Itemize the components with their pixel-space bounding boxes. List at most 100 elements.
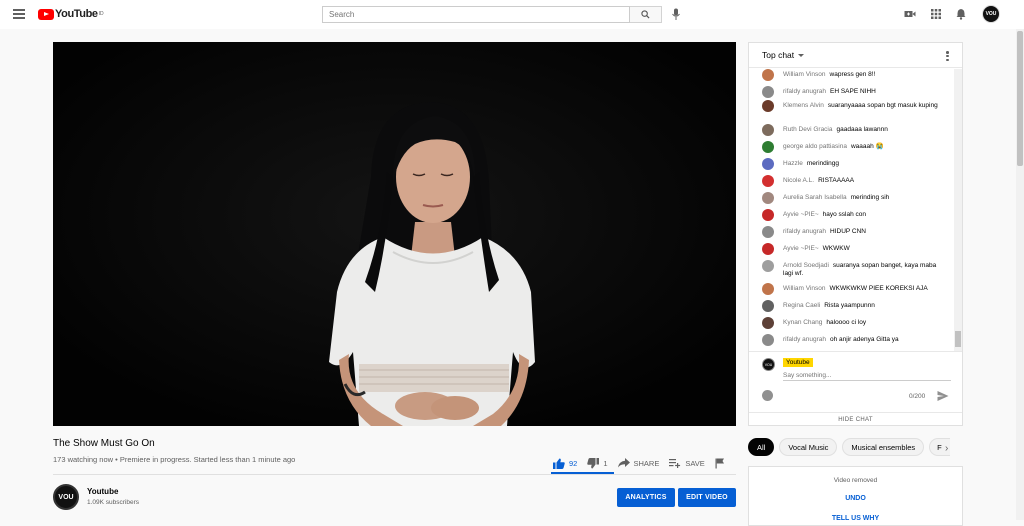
search-button[interactable]: [630, 6, 662, 23]
chat-scroll-thumb[interactable]: [955, 331, 961, 347]
chat-author-name[interactable]: Hazzle: [783, 160, 803, 167]
logo-text: YouTube: [55, 8, 98, 20]
send-icon[interactable]: [937, 390, 949, 402]
chat-message-text: Aurelia Sarah Isabella merinding sih: [783, 194, 943, 202]
chat-author-name[interactable]: William Vinson: [783, 285, 826, 292]
playlist-add-icon: [669, 459, 681, 468]
chat-author-avatar[interactable]: [762, 158, 774, 170]
chat-message-body: suaranyaaaa sopan bgt masuk kuping: [827, 102, 938, 109]
dislike-button[interactable]: 1: [587, 457, 608, 469]
chat-message-body: wapress gen 8!!: [829, 71, 876, 78]
chat-author-avatar[interactable]: [762, 300, 774, 312]
chat-author-avatar[interactable]: [762, 226, 774, 238]
channel-name[interactable]: Youtube: [87, 487, 118, 496]
chat-author-name[interactable]: William Vinson: [783, 71, 826, 78]
chat-author-avatar[interactable]: [762, 260, 774, 272]
chat-author-name[interactable]: Aurelia Sarah Isabella: [783, 194, 847, 201]
chat-message-body: gaadaaa lawannn: [836, 126, 888, 133]
report-button[interactable]: [715, 458, 729, 469]
chat-message-body: waaaah 😭: [850, 143, 884, 150]
chat-message: Kynan Chang haloooo ci loy: [749, 317, 943, 329]
chat-author-avatar[interactable]: [762, 334, 774, 346]
chat-header[interactable]: Top chat: [749, 43, 962, 68]
filter-chip[interactable]: All: [748, 438, 775, 456]
share-icon: [617, 458, 630, 468]
chat-message: Ruth Devi Gracia gaadaaa lawannn: [749, 124, 943, 136]
tell-us-why-button[interactable]: TELL US WHY: [749, 515, 962, 522]
chat-author-name[interactable]: Ayvie ~PIE~: [783, 245, 819, 252]
chat-message-input[interactable]: [783, 371, 951, 381]
chat-author-name[interactable]: Klemens Alvin: [783, 102, 824, 109]
logo-region: ID: [98, 11, 104, 17]
chat-author-avatar[interactable]: [762, 209, 774, 221]
chat-author-name[interactable]: rifaldy anugrah: [783, 228, 826, 235]
chat-author-name[interactable]: Regina Caeli: [783, 302, 820, 309]
like-button[interactable]: 92: [553, 458, 577, 469]
chat-message: Arnold Soedjadi suaranya sopan banget, ka…: [749, 260, 943, 278]
chat-author-avatar[interactable]: [762, 124, 774, 136]
edit-video-button[interactable]: EDIT VIDEO: [678, 488, 736, 507]
video-camera-icon[interactable]: [904, 8, 916, 20]
chat-author-name[interactable]: Nicole A.L.: [783, 177, 814, 184]
chat-message-text: William Vinson wapress gen 8!!: [783, 71, 943, 79]
character-counter: 0/200: [909, 393, 926, 400]
chat-message-text: rifaldy anugrah oh anjir adenya Gitta ya: [783, 336, 943, 344]
chat-author-avatar[interactable]: [762, 100, 774, 112]
chat-message: Hazzle merindingg: [749, 158, 943, 170]
undo-button[interactable]: UNDO: [749, 495, 962, 502]
mic-icon[interactable]: [671, 8, 681, 21]
search-input[interactable]: [322, 6, 630, 23]
channel-avatar[interactable]: VOU: [53, 484, 79, 510]
chat-author-avatar[interactable]: [762, 175, 774, 187]
thumbs-up-icon: [553, 458, 565, 469]
chat-author-name[interactable]: rifaldy anugrah: [783, 336, 826, 343]
chat-author-name[interactable]: Ruth Devi Gracia: [783, 126, 833, 133]
chat-message-text: george aldo pattiasina waaaah 😭: [783, 143, 943, 151]
chat-message-text: Kynan Chang haloooo ci loy: [783, 319, 943, 327]
filter-chip[interactable]: Musical ensembles: [842, 438, 925, 456]
analytics-button[interactable]: ANALYTICS: [617, 488, 675, 507]
hide-chat-button[interactable]: HIDE CHAT: [749, 412, 962, 427]
chat-message: Aurelia Sarah Isabella merinding sih: [749, 192, 943, 204]
apps-grid-icon[interactable]: [930, 8, 942, 20]
compose-author-name: Youtube: [783, 358, 813, 367]
page-scroll-thumb[interactable]: [1017, 31, 1023, 166]
chat-author-name[interactable]: Ayvie ~PIE~: [783, 211, 819, 218]
chat-scrollbar[interactable]: [954, 69, 962, 351]
chat-author-name[interactable]: rifaldy anugrah: [783, 88, 826, 95]
save-button[interactable]: SAVE: [669, 458, 705, 468]
chat-author-name[interactable]: Arnold Soedjadi: [783, 262, 829, 269]
chat-message-text: William Vinson WKWKWKW PIEE KOREKSI AJA: [783, 285, 943, 293]
chat-author-name[interactable]: Kynan Chang: [783, 319, 822, 326]
channel-subscribers: 1.09K subscribers: [87, 499, 140, 506]
chat-message-text: Ayvie ~PIE~ WKWKW: [783, 245, 943, 253]
chat-author-avatar[interactable]: [762, 86, 774, 98]
chat-message-body: EH SAPE NIHH: [830, 88, 876, 95]
filter-chip[interactable]: Vocal Music: [779, 438, 838, 456]
account-avatar[interactable]: VOU: [982, 5, 1000, 23]
video-player[interactable]: [53, 42, 736, 426]
chat-mode-label: Top chat: [762, 50, 795, 60]
page-scrollbar[interactable]: [1016, 29, 1024, 520]
thumbs-down-icon: [587, 457, 600, 468]
chat-author-avatar[interactable]: [762, 141, 774, 153]
youtube-logo[interactable]: YouTube ID: [38, 8, 104, 20]
chat-author-avatar[interactable]: [762, 243, 774, 255]
chat-author-avatar[interactable]: [762, 283, 774, 295]
save-label: SAVE: [685, 458, 705, 468]
chat-message-text: rifaldy anugrah HIDUP CNN: [783, 228, 943, 236]
menu-icon[interactable]: [13, 9, 25, 19]
more-options-icon[interactable]: [946, 51, 949, 61]
chat-message-text: Regina Caeli Rista yaampunnn: [783, 302, 943, 310]
chat-message-text: Arnold Soedjadi suaranya sopan banget, ka…: [783, 262, 943, 278]
chat-author-avatar[interactable]: [762, 192, 774, 204]
flag-icon: [715, 458, 724, 468]
chat-author-name[interactable]: george aldo pattiasina: [783, 143, 847, 150]
chat-author-avatar[interactable]: [762, 317, 774, 329]
share-button[interactable]: SHARE: [617, 458, 659, 468]
chat-author-avatar[interactable]: [762, 69, 774, 81]
emoji-icon[interactable]: [762, 390, 773, 401]
filter-chips: All Vocal Music Musical ensembles F: [748, 438, 955, 456]
chevron-right-icon[interactable]: ›: [945, 443, 948, 454]
bell-icon[interactable]: [955, 8, 967, 20]
